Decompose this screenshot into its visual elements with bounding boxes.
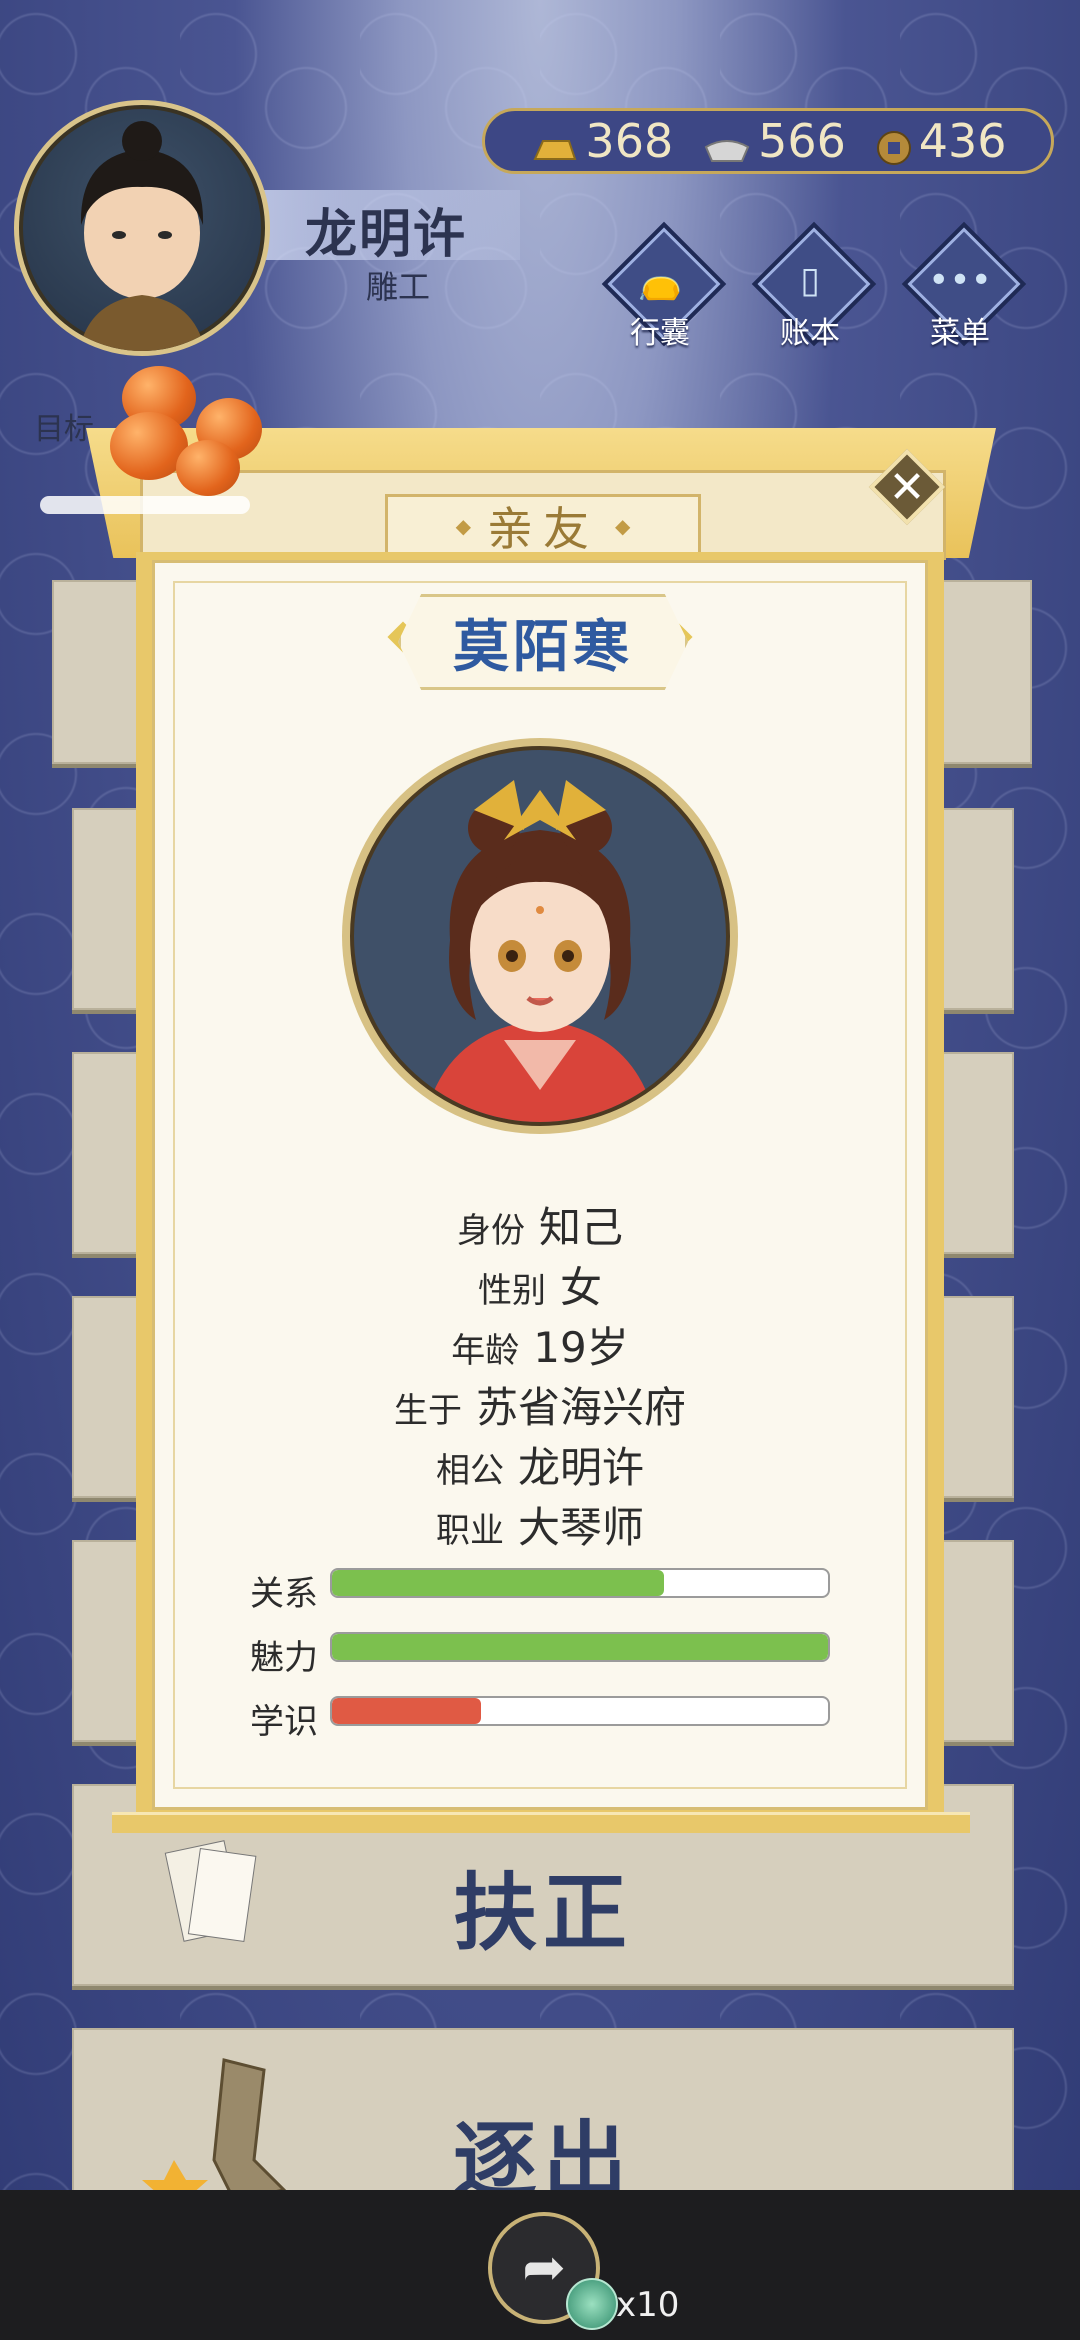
gold-ingot-icon	[529, 124, 579, 160]
identity-row: 身份 知己	[456, 1203, 623, 1252]
npc-name: 莫陌寒	[398, 594, 688, 690]
more-icon: •••	[928, 260, 992, 301]
gender-row: 性别女	[477, 1263, 602, 1312]
player-name: 龙明许	[305, 205, 468, 265]
close-button[interactable]: ✕	[868, 448, 946, 526]
dialog-footer	[112, 1812, 970, 1833]
copper-coin-icon	[875, 124, 913, 165]
player-avatar-icon	[79, 121, 205, 351]
share-count: x10	[616, 2285, 680, 2325]
player-avatar[interactable]	[14, 100, 270, 356]
dialog-title: ◆ 亲友 ◆	[385, 494, 701, 558]
bag-icon: 👝	[637, 261, 683, 302]
birthplace-row: 生于 苏省海兴府	[393, 1383, 686, 1432]
gold-amount: 368	[585, 114, 674, 168]
husband-row: 相公 龙明许	[435, 1443, 644, 1492]
relationship-bar-fill	[332, 1570, 665, 1596]
occupation-row: 职业 大琴师	[435, 1503, 644, 1552]
bag-button[interactable]: 👝 行囊	[600, 221, 727, 351]
charm-stat: 魅力	[250, 1630, 830, 1678]
ledger-icon: ▯	[800, 260, 820, 301]
relationship-stat: 关系	[250, 1566, 830, 1614]
close-icon: ✕	[888, 461, 926, 513]
ledger-button[interactable]: ▯ 账本	[750, 221, 877, 351]
share-icon: ➦	[522, 2238, 566, 2298]
charm-bar-fill	[332, 1634, 828, 1660]
coin-currency: 436	[875, 114, 1007, 168]
jade-coin-icon	[566, 2278, 618, 2330]
knowledge-stat: 学识	[250, 1694, 830, 1742]
knowledge-bar-fill	[332, 1698, 481, 1724]
npc-portrait	[342, 738, 738, 1134]
silver-currency: 566	[702, 114, 846, 168]
scroll-letter-icon	[164, 1840, 257, 1943]
coin-amount: 436	[918, 114, 1007, 168]
silver-amount: 566	[758, 114, 846, 168]
player-job: 雕工	[366, 268, 431, 306]
age-row: 年龄 19岁	[451, 1323, 629, 1372]
currency-bar: 368 566 436	[482, 108, 1054, 174]
npc-portrait-icon	[424, 780, 656, 1122]
silver-ingot-icon	[702, 124, 752, 162]
gold-currency: 368	[529, 114, 673, 168]
goal-button[interactable]: 目标	[34, 404, 94, 448]
menu-button[interactable]: ••• 菜单	[900, 221, 1027, 351]
